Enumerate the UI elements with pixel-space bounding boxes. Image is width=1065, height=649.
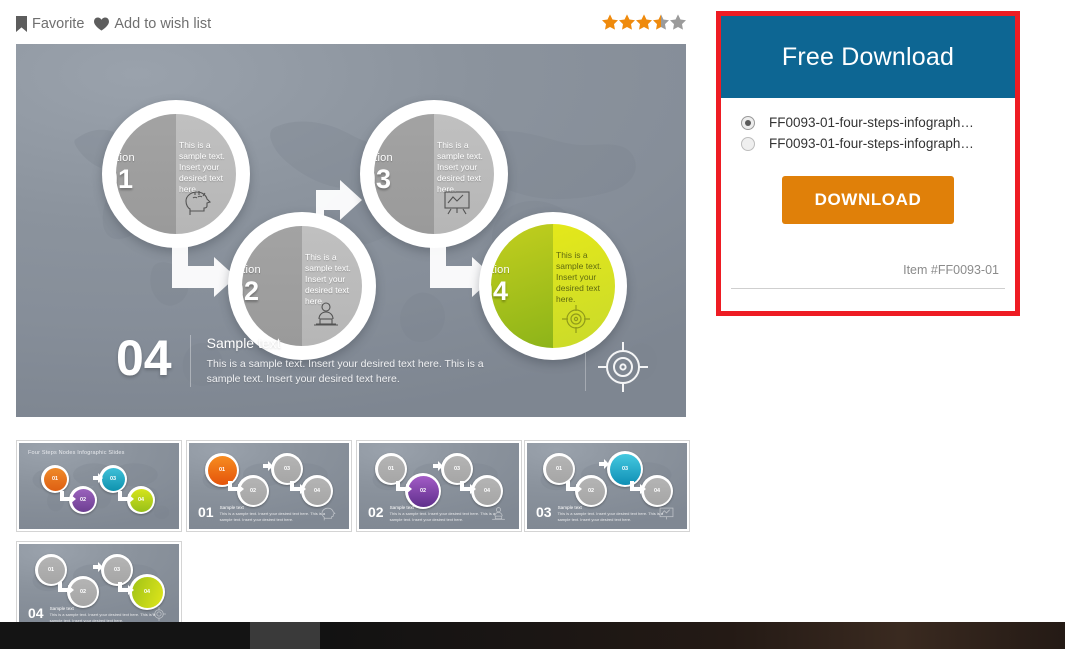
panel-body: FF0093-01-four-steps-infograph… FF0093-0… — [721, 98, 1015, 311]
step-node-01[interactable]: Option 01 This is a sample text. Insert … — [102, 100, 250, 248]
thumb-arrow-icon — [89, 562, 103, 573]
thumb-arrow-icon — [566, 481, 582, 494]
product-page: Favorite Add to wish list tion 1 This is… — [0, 0, 1065, 649]
thumb-node-03: 03 — [99, 465, 127, 493]
step-body-text: This is a sample text. Insert your desir… — [305, 252, 351, 306]
caption-number: 01 — [198, 504, 214, 520]
caption-body: This is a sample text. Insert your desir… — [219, 511, 326, 522]
step-option-label: Option — [242, 264, 261, 276]
target-icon — [561, 304, 591, 339]
caption-number: 04 — [116, 329, 172, 386]
thumb-arrow-icon — [595, 459, 609, 470]
target-icon — [596, 340, 650, 399]
item-number: Item #FF0093-01 — [903, 263, 999, 277]
step-body-text: This is a sample text. Insert your desir… — [437, 140, 483, 194]
panel-header: Free Download — [721, 16, 1015, 98]
hero-caption: 04 Sample text This is a sample text. In… — [116, 329, 507, 387]
thumb-arrow-icon — [118, 582, 134, 595]
caption-number: 02 — [368, 504, 384, 520]
caption-heading: Sample text — [389, 505, 414, 510]
product-preview-image[interactable]: Option 01 This is a sample text. Insert … — [16, 44, 686, 417]
step-body-text: This is a sample text. Insert your desir… — [179, 140, 225, 194]
thumbnail-caption: 03 Sample text This is a sample text. In… — [536, 505, 668, 523]
target-icon — [152, 607, 166, 621]
heart-icon — [94, 17, 110, 31]
thumb-arrow-icon — [460, 481, 476, 494]
head-idea-icon — [184, 190, 214, 221]
thumb-arrow-icon — [630, 481, 646, 494]
arrow-02-to-03 — [300, 180, 362, 220]
caption-heading: Sample text — [206, 334, 281, 351]
thumbnail-5[interactable]: 01 02 03 04 04 Sample text This is a sam… — [16, 541, 182, 633]
thumbnail-4[interactable]: 01 02 03 04 03 Sample text This is a sam… — [524, 440, 690, 532]
thumb-arrow-icon — [89, 473, 103, 484]
step-node-03[interactable]: Option 03 This is a sample text. Insert … — [360, 100, 508, 248]
radio-unselected-icon[interactable] — [741, 136, 755, 151]
page-bottom-strip — [0, 622, 1065, 649]
star-rating[interactable] — [602, 14, 686, 30]
head-idea-icon — [321, 507, 336, 521]
thumb-arrow-icon — [290, 481, 306, 494]
bookmark-icon — [16, 16, 27, 32]
star-icon — [636, 14, 652, 30]
thumbnail-3[interactable]: 01 02 03 04 02 Sample text This is a sam… — [356, 440, 522, 532]
star-half-icon — [653, 14, 669, 30]
download-option-2-label: FF0093-01-four-steps-infograph… — [769, 136, 974, 151]
star-icon — [602, 14, 618, 30]
action-bar: Favorite Add to wish list — [16, 12, 686, 36]
chart-board-icon — [442, 190, 472, 221]
strip-left — [0, 622, 250, 649]
caption-number: 03 — [536, 504, 552, 520]
favorite-button[interactable]: Favorite — [16, 16, 84, 32]
thumb-arrow-icon — [259, 461, 273, 472]
star-icon — [619, 14, 635, 30]
strip-middle — [250, 622, 320, 649]
free-download-panel: Free Download FF0093-01-four-steps-infog… — [716, 11, 1020, 316]
caption-heading: Sample text — [49, 606, 74, 611]
thumbnail-title: Four Steps Nodes Infographic Slides — [28, 450, 125, 456]
strip-right — [320, 622, 1065, 649]
download-option-1-label: FF0093-01-four-steps-infograph… — [769, 115, 974, 130]
add-to-wishlist-button[interactable]: Add to wish list — [94, 16, 211, 32]
thumbnail-2[interactable]: 01 02 03 04 01 Sample text This is a sam… — [186, 440, 352, 532]
thumb-arrow-icon — [60, 491, 76, 504]
caption-body: This is a sample text. Insert your desir… — [557, 511, 664, 522]
thumbnail-caption: 01 Sample text This is a sample text. In… — [198, 505, 330, 523]
caption-number: 04 — [28, 605, 44, 621]
chart-board-icon — [659, 507, 674, 520]
panel-title: Free Download — [781, 42, 955, 71]
caption-body: This is a sample text. Insert your desir… — [206, 357, 484, 385]
step-number: 02 — [242, 276, 260, 306]
step-body-text: This is a sample text. Insert your desir… — [556, 250, 602, 304]
caption-divider-right — [585, 345, 586, 391]
step-number: 01 — [116, 164, 134, 194]
step-option-label: Option — [116, 152, 135, 164]
person-laptop-icon — [310, 302, 342, 333]
step-number: 03 — [374, 164, 392, 194]
thumb-arrow-icon — [118, 491, 134, 504]
caption-heading: Sample text — [219, 505, 244, 510]
caption-body: This is a sample text. Insert your desir… — [389, 511, 496, 522]
thumb-arrow-icon — [58, 582, 74, 595]
caption-divider — [189, 334, 191, 387]
step-option-label: Option — [374, 152, 393, 164]
download-option-2[interactable]: FF0093-01-four-steps-infograph… — [721, 133, 1015, 154]
thumb-arrow-icon — [228, 481, 244, 494]
download-option-1[interactable]: FF0093-01-four-steps-infograph… — [721, 112, 1015, 133]
wishlist-label: Add to wish list — [114, 16, 212, 32]
thumbnail-1[interactable]: Four Steps Nodes Infographic Slides 01 0… — [16, 440, 182, 532]
caption-heading: Sample text — [557, 505, 582, 510]
step-number: 04 — [491, 276, 509, 306]
thumb-arrow-icon — [429, 461, 443, 472]
person-laptop-icon — [492, 507, 505, 520]
favorite-label: Favorite — [32, 16, 85, 32]
download-button[interactable]: DOWNLOAD — [782, 176, 954, 224]
thumb-arrow-icon — [396, 481, 412, 494]
thumbnail-caption: 02 Sample text This is a sample text. In… — [368, 505, 500, 523]
thumb-node-01: 01 — [41, 465, 69, 493]
panel-divider — [731, 288, 1005, 289]
step-option-label: Option — [491, 264, 510, 276]
star-empty-icon — [670, 14, 686, 30]
radio-selected-icon[interactable] — [741, 115, 755, 130]
